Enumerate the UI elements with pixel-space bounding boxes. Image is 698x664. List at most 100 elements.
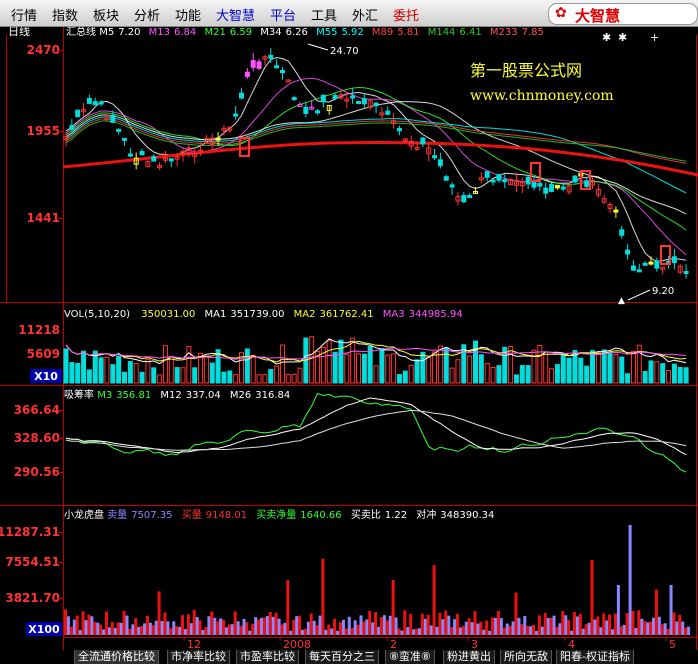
candle-body — [116, 128, 122, 132]
chip-rate-plot[interactable] — [65, 392, 687, 473]
sell-volume-bar — [172, 621, 176, 635]
buy-volume-bar — [684, 627, 688, 635]
sell-volume-bar — [84, 620, 88, 635]
vol-legend-value: 350031.00 — [141, 309, 195, 320]
sell-volume-bar — [207, 616, 211, 635]
candle-body — [648, 261, 654, 265]
buy-volume-bar — [116, 622, 120, 635]
candle-body — [625, 249, 631, 255]
buy-volume-bar — [649, 621, 652, 635]
menu-platform[interactable]: 平台 — [270, 5, 296, 24]
sell-volume-bar — [295, 616, 299, 635]
sell-volume-bar — [125, 615, 129, 635]
volume-bar — [344, 353, 350, 384]
menu-quotes[interactable]: 行情 — [11, 5, 37, 24]
menu-trade[interactable]: 委托 — [393, 5, 419, 24]
menu-analysis[interactable]: 分析 — [134, 5, 160, 24]
candle-body — [244, 71, 250, 77]
candle-body — [537, 182, 543, 187]
tab-pink-yellow[interactable]: 粉进黄出 — [443, 650, 495, 664]
volume-plot[interactable] — [63, 336, 689, 384]
volume-bar — [338, 339, 344, 384]
sell-volume-bar — [616, 585, 620, 635]
menu-function[interactable]: 功能 — [175, 5, 201, 24]
candle-body — [490, 179, 496, 183]
sell-volume-bar — [67, 616, 70, 635]
volume-bar — [69, 362, 75, 384]
volume-bar — [379, 348, 385, 384]
ma-legend-m233: M233 7.85 — [490, 27, 544, 38]
candle-body — [215, 137, 221, 141]
buy-volume-bar — [134, 618, 138, 635]
tab-circulation-price[interactable]: 全流通价格比较 — [74, 650, 159, 664]
date-label: 2008 — [283, 638, 311, 650]
dragon-legend-sell: 卖量 7507.35 — [107, 509, 172, 521]
candle-body — [630, 265, 636, 271]
sell-volume-bar — [458, 627, 462, 635]
buy-volume-bar — [526, 625, 530, 635]
candle-body — [584, 180, 590, 187]
tab-warrant-indicator[interactable]: 阳春-权证指标 — [556, 650, 634, 664]
buy-volume-bar — [210, 611, 214, 635]
tab-pb-ratio[interactable]: 市净率比较 — [167, 650, 230, 664]
buy-volume-bar — [298, 615, 301, 635]
buy-volume-bar — [532, 624, 535, 635]
buy-volume-bar — [239, 626, 243, 635]
tab-three-percent[interactable]: 每天百分之三 — [305, 650, 379, 664]
volume-bar — [449, 367, 455, 384]
sell-volume-bar — [154, 620, 158, 635]
volume-bar — [385, 354, 391, 384]
buy-volume-bar — [216, 621, 220, 635]
sell-volume-bar — [412, 629, 416, 635]
sell-volume-bar — [494, 617, 498, 635]
top-markers: ✱ ✱ + — [602, 31, 659, 44]
candle-body — [291, 97, 297, 101]
menu-tools[interactable]: 工具 — [311, 5, 337, 24]
indicator-name-text: 汇总线 — [66, 27, 96, 38]
candle-body — [560, 186, 566, 190]
price-y-axis: 2470 1955 1441 — [27, 43, 60, 225]
sell-volume-bar — [359, 615, 363, 635]
volume-bar — [414, 359, 420, 384]
sell-volume-bar — [652, 617, 655, 635]
buy-volume-bar — [555, 626, 559, 635]
chart-canvas[interactable]: 日线 汇总线 M5 7.20 M13 6.84 M21 6.59 M34 6.26 M5… — [0, 27, 698, 650]
buy-volume-bar — [438, 612, 442, 635]
date-label: 3 — [471, 638, 478, 650]
buy-volume-bar — [157, 591, 161, 635]
buy-volume-bar — [181, 615, 184, 635]
date-axis: 12 2008 2 3 4 5 — [183, 637, 676, 650]
candle-body — [69, 125, 75, 130]
dragon-tiger-plot[interactable] — [64, 525, 691, 635]
volume-bar — [133, 363, 139, 384]
volume-bar — [525, 365, 531, 384]
buy-volume-bar — [163, 612, 167, 635]
volume-bar — [496, 365, 502, 384]
tab-invincible[interactable]: 所向无敌 — [500, 650, 552, 664]
tab-pe-ratio[interactable]: 市盈率比较 — [236, 650, 299, 664]
sell-volume-bar — [341, 619, 345, 635]
buy-volume-bar — [344, 628, 348, 635]
menu-index[interactable]: 指数 — [52, 5, 78, 24]
buy-volume-bar — [368, 610, 372, 635]
buy-volume-bar — [81, 611, 85, 635]
volume-bar — [508, 346, 514, 384]
menu-dzh[interactable]: 大智慧 — [216, 5, 255, 24]
volume-bar — [578, 357, 584, 384]
chip-title: 吸筹率 — [64, 388, 94, 401]
sell-volume-bar — [575, 616, 579, 635]
menu-forex[interactable]: 外汇 — [352, 5, 378, 24]
volume-bar — [285, 374, 291, 384]
dragon-legend-buy: 买量 9148.01 — [182, 509, 247, 521]
tab-manzhun[interactable]: ⑧蛮准⑧ — [385, 650, 435, 664]
candle-body — [636, 269, 642, 273]
volume-bar — [192, 367, 198, 384]
buy-volume-bar — [485, 620, 489, 635]
sell-volume-bar — [195, 616, 199, 635]
candlestick-plot[interactable] — [62, 48, 698, 279]
buy-volume-bar — [251, 623, 255, 635]
menu-sector[interactable]: 板块 — [93, 5, 119, 24]
volume-bar — [437, 345, 443, 384]
sell-volume-bar — [289, 630, 293, 635]
sell-volume-bar — [347, 616, 351, 635]
